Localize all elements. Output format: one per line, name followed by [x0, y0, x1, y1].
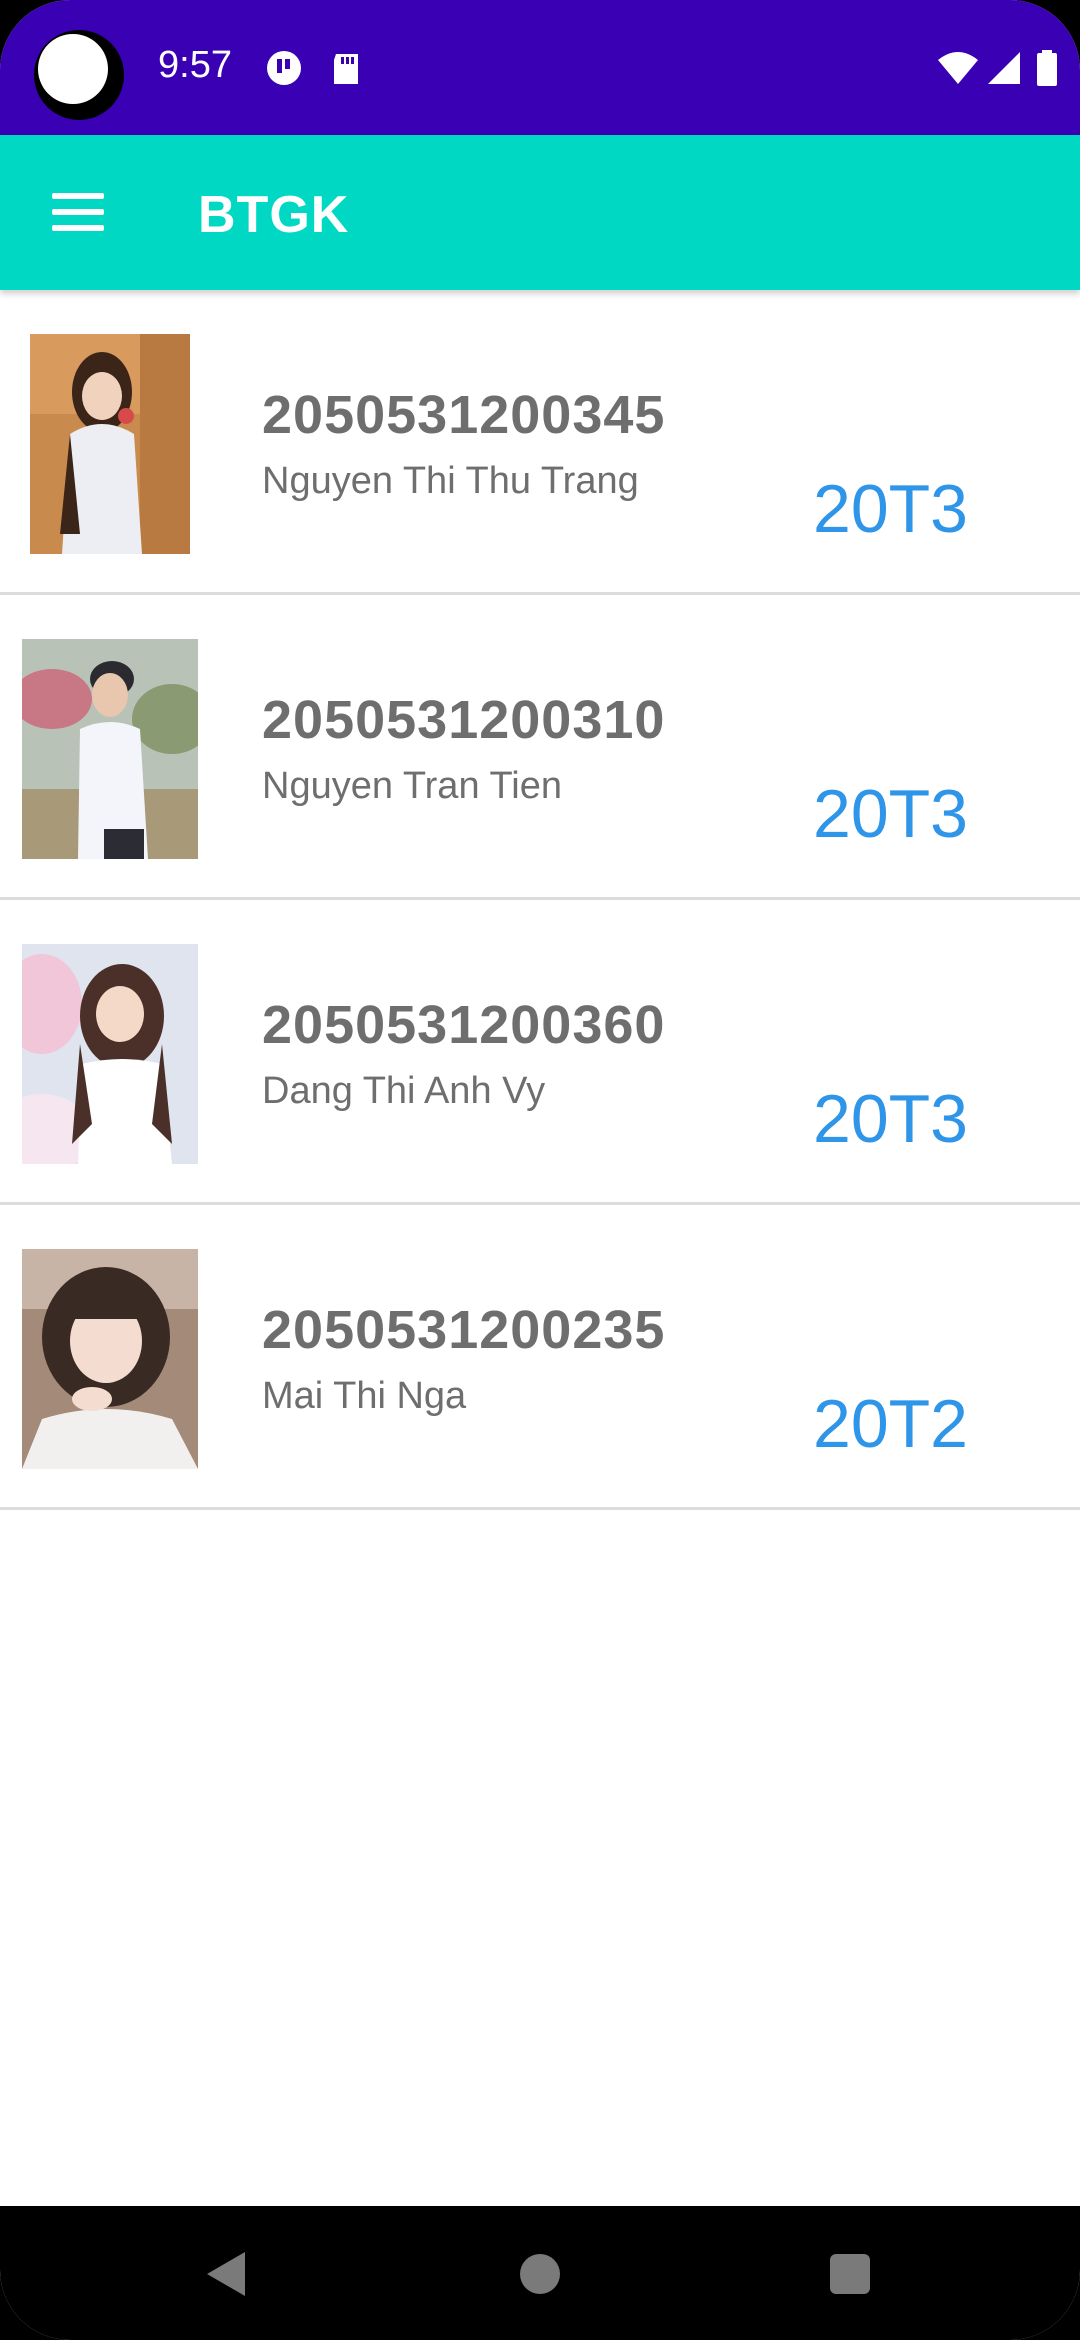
notification-icon — [267, 51, 301, 85]
home-icon[interactable] — [520, 2254, 560, 2294]
phone-screen: 9:57 BTGK 2050531200345 Nguyen Thi Thu T… — [0, 0, 1080, 2340]
student-id: 2050531200345 — [262, 385, 666, 445]
list-item[interactable]: 2050531200235 Mai Thi Nga 20T2 — [0, 1205, 1080, 1510]
app-bar: BTGK — [0, 135, 1080, 290]
wifi-icon — [938, 52, 978, 84]
navigation-bar — [0, 2206, 1080, 2340]
recents-icon[interactable] — [830, 2254, 870, 2294]
student-id: 2050531200310 — [262, 690, 666, 750]
student-class: 20T3 — [813, 1081, 968, 1157]
student-name: Nguyen Tran Tien — [262, 765, 562, 807]
status-bar: 9:57 — [0, 0, 1080, 135]
student-name: Mai Thi Nga — [262, 1375, 467, 1417]
student-id: 2050531200235 — [262, 1300, 666, 1360]
hamburger-menu-icon[interactable] — [36, 181, 116, 245]
battery-icon — [1037, 50, 1057, 86]
avatar — [22, 639, 198, 859]
student-name: Dang Thi Anh Vy — [262, 1070, 546, 1112]
student-class: 20T3 — [813, 776, 968, 852]
app-title: BTGK — [198, 186, 350, 244]
avatar — [22, 1249, 198, 1469]
avatar — [30, 334, 190, 554]
student-id: 2050531200360 — [262, 995, 666, 1055]
list-item[interactable]: 2050531200310 Nguyen Tran Tien 20T3 — [0, 595, 1080, 900]
student-list: 2050531200345 Nguyen Thi Thu Trang 20T3 … — [0, 290, 1080, 1510]
list-item[interactable]: 2050531200360 Dang Thi Anh Vy 20T3 — [0, 900, 1080, 1205]
avatar — [22, 944, 198, 1164]
student-name: Nguyen Thi Thu Trang — [262, 460, 639, 502]
student-class: 20T2 — [813, 1386, 968, 1462]
sd-card-icon — [334, 54, 358, 84]
back-icon[interactable] — [205, 2250, 247, 2298]
list-item[interactable]: 2050531200345 Nguyen Thi Thu Trang 20T3 — [0, 290, 1080, 595]
signal-icon — [988, 52, 1020, 84]
student-class: 20T3 — [813, 471, 968, 547]
status-time: 9:57 — [158, 44, 232, 86]
camera-cutout — [34, 30, 124, 120]
